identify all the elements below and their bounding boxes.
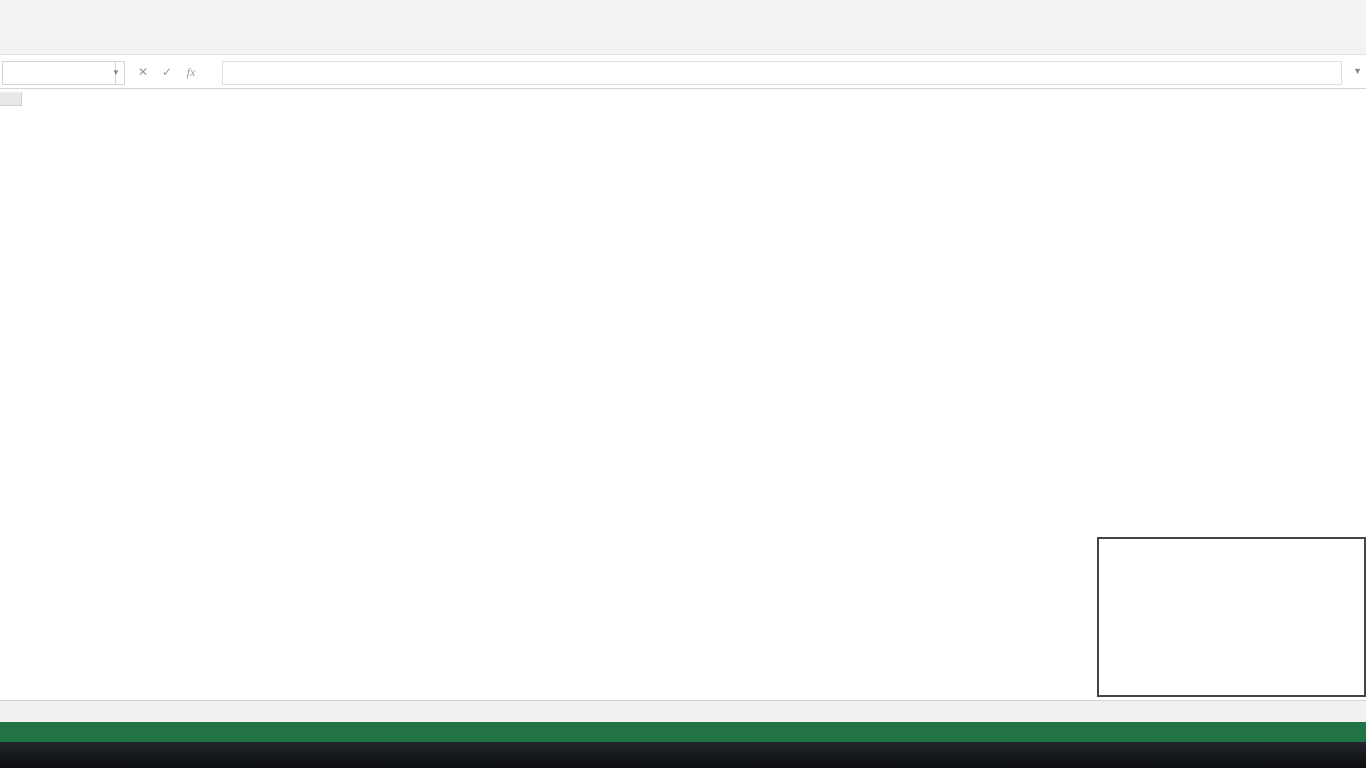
select-all-button[interactable] — [0, 92, 22, 106]
enter-icon[interactable]: ✓ — [156, 61, 178, 83]
notes-text-panel — [1097, 537, 1366, 697]
cancel-icon[interactable]: ✕ — [132, 61, 154, 83]
formula-bar: ▼ ✕ ✓ fx ▼ — [0, 58, 1366, 89]
name-box-dropdown-icon[interactable]: ▼ — [108, 61, 125, 85]
name-box[interactable] — [2, 61, 116, 85]
formula-bar-expand-icon[interactable]: ▼ — [1353, 66, 1362, 76]
ribbon-tab-strip — [0, 28, 1366, 55]
status-bar — [0, 722, 1366, 742]
excel-window: ▼ ✕ ✓ fx ▼ — [0, 0, 1366, 768]
title-bar — [0, 0, 1366, 28]
sheet-tab-bar — [0, 700, 1366, 723]
formula-input[interactable] — [222, 61, 1342, 85]
windows-taskbar — [0, 742, 1366, 768]
insert-function-icon[interactable]: fx — [180, 61, 202, 83]
